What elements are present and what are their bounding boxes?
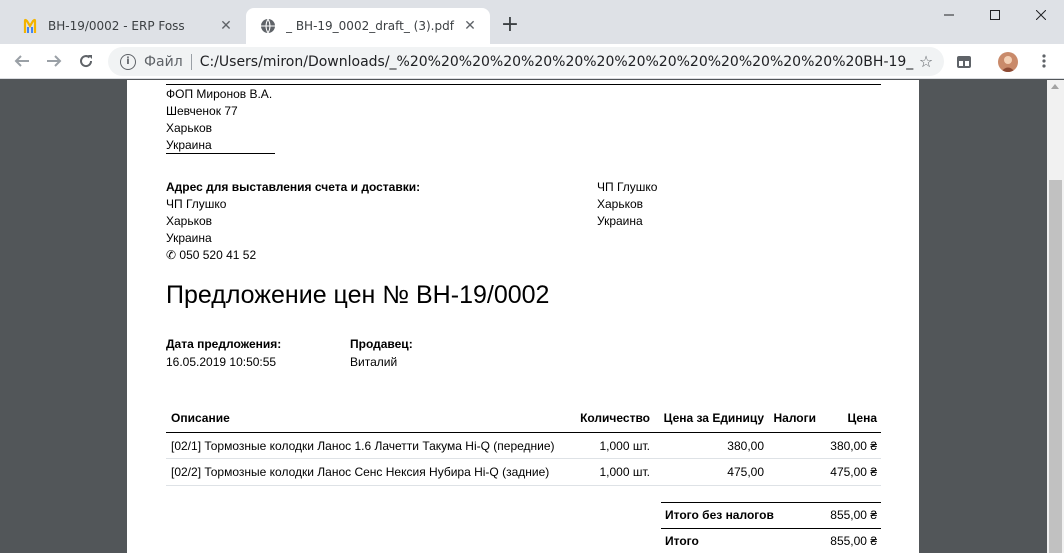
company-name: ФОП Миронов В.А. xyxy=(166,87,273,101)
total-label: Итого xyxy=(665,534,699,548)
extension-icon[interactable] xyxy=(954,52,974,72)
address-separator xyxy=(190,53,192,70)
row-quantity: 1,000 шт. xyxy=(599,439,651,453)
subtotal-value: 855,00 ₴ xyxy=(830,508,877,522)
maximize-icon[interactable] xyxy=(972,0,1018,30)
row-description: [02/2] Тормозные колодки Ланос Сенс Некс… xyxy=(171,465,550,479)
menu-kebab-icon[interactable] xyxy=(1032,49,1056,73)
billing-country: Украина xyxy=(166,231,212,245)
subtotal-rule xyxy=(661,502,881,503)
close-tab-icon[interactable]: ✕ xyxy=(216,16,236,36)
window-close-icon[interactable] xyxy=(1018,0,1064,30)
total-rule xyxy=(661,528,881,529)
close-tab-icon[interactable]: ✕ xyxy=(460,16,480,36)
tab-title: ВН-19/0002 - ERP Foss xyxy=(48,19,185,33)
bookmark-star-icon[interactable]: ☆ xyxy=(914,52,938,71)
table-header-rule xyxy=(166,432,881,433)
billing-city: Харьков xyxy=(166,214,213,228)
info-icon[interactable]: i xyxy=(120,53,136,70)
company-street: Шевченок 77 xyxy=(166,104,238,118)
subtotal-label: Итого без налогов xyxy=(665,508,774,522)
pdf-viewport[interactable]: ФОП Миронов В.А. Шевченок 77 Харьков Укр… xyxy=(0,80,1064,553)
seller-value: Виталий xyxy=(350,355,398,369)
row-price: 380,00 ₴ xyxy=(830,439,877,453)
header-rule xyxy=(166,84,881,85)
billing-phone-row: ✆ 050 520 41 52 xyxy=(166,248,256,262)
date-value: 16.05.2019 10:50:55 xyxy=(166,355,277,369)
vertical-scrollbar[interactable] xyxy=(1047,80,1064,553)
tab-pdf[interactable]: _ ВН-19_0002_draft_ (3).pdf ✕ xyxy=(246,8,490,44)
col-header-unit-price: Цена за Единицу xyxy=(663,411,764,425)
total-value: 855,00 ₴ xyxy=(830,534,877,548)
forward-arrow-icon[interactable] xyxy=(42,49,66,73)
scrollbar-thumb[interactable] xyxy=(1049,180,1062,553)
partner-country: Украина xyxy=(597,214,643,228)
phone-icon: ✆ xyxy=(166,248,177,262)
partner-name: ЧП Глушко xyxy=(597,180,658,194)
file-scheme-label: Файл xyxy=(144,53,183,70)
back-arrow-icon[interactable] xyxy=(10,49,34,73)
row-unit-price: 380,00 xyxy=(727,439,764,453)
row-price: 475,00 ₴ xyxy=(830,465,877,479)
globe-icon xyxy=(260,18,276,34)
col-header-price: Цена xyxy=(847,411,877,425)
billing-label: Адрес для выставления счета и доставки: xyxy=(166,180,421,194)
profile-avatar[interactable] xyxy=(998,52,1018,72)
address-url[interactable]: C:/Users/miron/Downloads/_%20%20%20%20%2… xyxy=(200,54,914,70)
col-header-description: Описание xyxy=(171,411,230,425)
billing-phone: 050 520 41 52 xyxy=(179,248,257,262)
partner-city: Харьков xyxy=(597,197,644,211)
minimize-icon[interactable] xyxy=(926,0,972,30)
tab-erp[interactable]: ВН-19/0002 - ERP Foss ✕ xyxy=(8,8,246,44)
row-divider xyxy=(166,458,881,459)
col-header-quantity: Количество xyxy=(580,411,650,425)
row-divider xyxy=(166,485,881,486)
row-description: [02/1] Тормозные колодки Ланос 1.6 Лачет… xyxy=(171,439,555,453)
col-header-taxes: Налоги xyxy=(773,411,816,425)
row-unit-price: 475,00 xyxy=(727,465,764,479)
erp-favicon-icon xyxy=(22,18,38,34)
seller-label: Продавец: xyxy=(350,337,413,351)
date-label: Дата предложения: xyxy=(166,337,282,351)
tab-title: _ ВН-19_0002_draft_ (3).pdf xyxy=(286,19,454,33)
company-country: Украина xyxy=(166,138,212,152)
browser-titlebar: ВН-19/0002 - ERP Foss ✕ _ ВН-19_0002_dra… xyxy=(0,0,1064,44)
company-city: Харьков xyxy=(166,121,213,135)
company-underline xyxy=(166,153,275,154)
new-tab-plus-icon[interactable]: + xyxy=(498,14,522,38)
scroll-up-arrow-icon[interactable] xyxy=(1051,84,1059,89)
document-title: Предложение цен № ВН-19/0002 xyxy=(166,281,550,309)
browser-toolbar: i Файл C:/Users/miron/Downloads/_%20%20%… xyxy=(0,44,1064,79)
reload-icon[interactable] xyxy=(74,49,98,73)
address-bar[interactable]: i Файл C:/Users/miron/Downloads/_%20%20%… xyxy=(108,47,944,76)
row-quantity: 1,000 шт. xyxy=(599,465,651,479)
billing-name: ЧП Глушко xyxy=(166,197,227,211)
pdf-page: ФОП Миронов В.А. Шевченок 77 Харьков Укр… xyxy=(127,80,919,553)
